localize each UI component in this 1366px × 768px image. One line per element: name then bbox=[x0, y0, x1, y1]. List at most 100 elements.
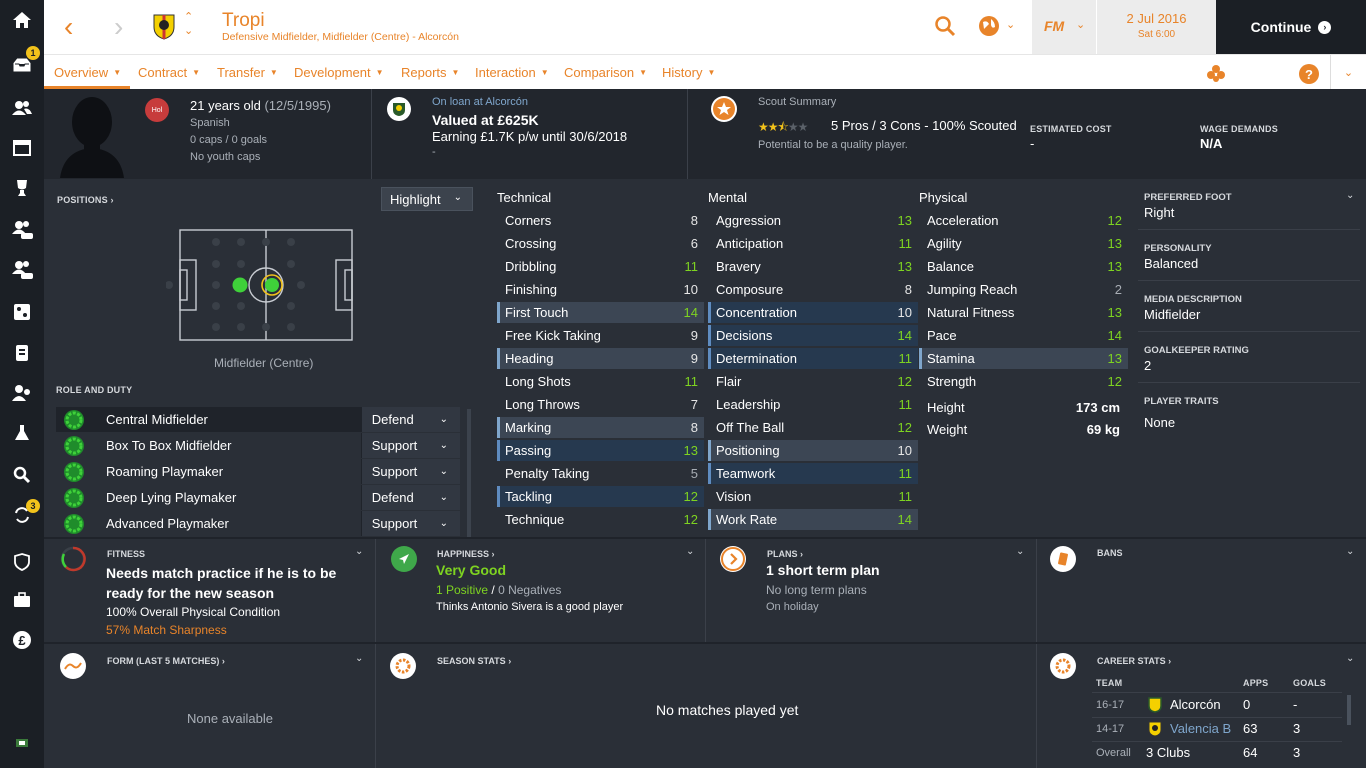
attribute-row-key[interactable]: First Touch 14 bbox=[497, 302, 704, 323]
staff-icon[interactable] bbox=[0, 338, 44, 368]
continue-button[interactable]: Continue › bbox=[1216, 0, 1366, 54]
career-team[interactable]: Valencia B bbox=[1170, 721, 1231, 736]
tab-development[interactable]: Development ▼ bbox=[294, 65, 384, 80]
attribute-row-key[interactable]: Teamwork 11 bbox=[708, 463, 918, 484]
career-scrollbar[interactable] bbox=[1347, 695, 1351, 725]
attribute-row[interactable]: Technique 12 bbox=[497, 509, 704, 530]
calendar-icon[interactable] bbox=[0, 133, 44, 163]
club-flower-icon[interactable] bbox=[1206, 64, 1226, 89]
tab-expand-chevron-icon[interactable]: ⌄ bbox=[1330, 55, 1366, 90]
happiness-title[interactable]: HAPPINESS › bbox=[437, 549, 495, 559]
tab-history[interactable]: History ▼ bbox=[662, 65, 715, 80]
happiness-chevron-icon[interactable]: ⌄ bbox=[686, 546, 694, 557]
attribute-row[interactable]: Long Shots 11 bbox=[497, 371, 704, 392]
form-chevron-icon[interactable]: ⌄ bbox=[355, 653, 363, 664]
finances-icon[interactable]: £ bbox=[0, 625, 44, 655]
search-icon[interactable] bbox=[934, 15, 956, 42]
role-row[interactable]: Advanced Playmaker Support ⌄ bbox=[56, 511, 460, 536]
club-vision-icon[interactable] bbox=[0, 585, 44, 615]
squad-icon[interactable] bbox=[0, 93, 44, 123]
attribute-row-key[interactable]: Stamina 13 bbox=[919, 348, 1128, 369]
bans-chevron-icon[interactable]: ⌄ bbox=[1346, 546, 1354, 557]
attribute-row[interactable]: Strength 12 bbox=[919, 371, 1128, 392]
attribute-row[interactable]: Aggression 13 bbox=[708, 210, 918, 231]
attribute-row-key[interactable]: Heading 9 bbox=[497, 348, 704, 369]
attribute-row-key[interactable]: Determination 11 bbox=[708, 348, 918, 369]
loan-status[interactable]: On loan at Alcorcón bbox=[432, 96, 528, 108]
tab-interaction[interactable]: Interaction ▼ bbox=[475, 65, 549, 80]
home-icon[interactable] bbox=[0, 5, 44, 35]
attribute-row-key[interactable]: Marking 8 bbox=[497, 417, 704, 438]
search-icon-nav[interactable] bbox=[0, 460, 44, 490]
role-list-scrollbar[interactable] bbox=[467, 409, 471, 537]
attribute-row-key[interactable]: Tackling 12 bbox=[497, 486, 704, 507]
season-stats-title[interactable]: SEASON STATS › bbox=[437, 656, 511, 666]
attribute-row[interactable]: Jumping Reach 2 bbox=[919, 279, 1128, 300]
attribute-row[interactable]: Dribbling 11 bbox=[497, 256, 704, 277]
role-row[interactable]: Central Midfielder Defend ⌄ bbox=[56, 407, 460, 432]
tab-contract[interactable]: Contract ▼ bbox=[138, 65, 200, 80]
highlight-dropdown[interactable]: Highlight ⌄ bbox=[381, 187, 473, 211]
attribute-row[interactable]: Agility 13 bbox=[919, 233, 1128, 254]
attribute-row[interactable]: Composure 8 bbox=[708, 279, 918, 300]
tactics-icon[interactable] bbox=[0, 297, 44, 327]
attribute-row[interactable]: Balance 13 bbox=[919, 256, 1128, 277]
attribute-row[interactable]: Free Kick Taking 9 bbox=[497, 325, 704, 346]
tab-comparison[interactable]: Comparison ▼ bbox=[564, 65, 647, 80]
duty-dropdown[interactable]: Defend ⌄ bbox=[360, 485, 460, 510]
attribute-row[interactable]: Finishing 10 bbox=[497, 279, 704, 300]
duty-dropdown[interactable]: Support ⌄ bbox=[360, 459, 460, 484]
attribute-row[interactable]: Crossing 6 bbox=[497, 233, 704, 254]
form-title[interactable]: FORM (LAST 5 MATCHES) › bbox=[107, 656, 225, 666]
attribute-row-key[interactable]: Positioning 10 bbox=[708, 440, 918, 461]
attribute-row-key[interactable]: Concentration 10 bbox=[708, 302, 918, 323]
forward-arrow-icon[interactable]: › bbox=[114, 12, 123, 42]
u19-squad-icon[interactable] bbox=[0, 215, 44, 245]
attribute-row[interactable]: Corners 8 bbox=[497, 210, 704, 231]
fm-menu[interactable]: FM ⌄ bbox=[1032, 0, 1096, 54]
attribute-row[interactable]: Off The Ball 12 bbox=[708, 417, 918, 438]
career-team[interactable]: Alcorcón bbox=[1170, 697, 1221, 712]
duty-dropdown[interactable]: Support ⌄ bbox=[360, 433, 460, 458]
plans-title[interactable]: PLANS › bbox=[767, 549, 803, 559]
career-stats-title[interactable]: CAREER STATS › bbox=[1097, 656, 1171, 666]
attribute-row[interactable]: Leadership 11 bbox=[708, 394, 918, 415]
tab-overview[interactable]: Overview ▼ bbox=[54, 65, 121, 80]
duty-dropdown[interactable]: Defend ⌄ bbox=[360, 407, 460, 432]
globe-chevron-icon[interactable]: ⌄ bbox=[1006, 18, 1015, 31]
fitness-chevron-icon[interactable]: ⌄ bbox=[355, 546, 363, 557]
duty-dropdown[interactable]: Support ⌄ bbox=[360, 511, 460, 536]
tab-transfer[interactable]: Transfer ▼ bbox=[217, 65, 278, 80]
attribute-row[interactable]: Vision 11 bbox=[708, 486, 918, 507]
trophy-icon[interactable] bbox=[0, 173, 44, 203]
reserve-squad-icon[interactable] bbox=[0, 255, 44, 285]
player-switch-icon[interactable]: ⌃ ⌄ bbox=[184, 10, 193, 38]
positions-title[interactable]: POSITIONS › bbox=[57, 195, 114, 205]
training-icon[interactable] bbox=[0, 418, 44, 448]
role-row[interactable]: Deep Lying Playmaker Defend ⌄ bbox=[56, 485, 460, 510]
side-panel-chevron-icon[interactable]: ⌄ bbox=[1346, 190, 1354, 201]
nation-flag-icon[interactable] bbox=[0, 728, 44, 758]
attribute-row[interactable]: Long Throws 7 bbox=[497, 394, 704, 415]
attribute-row[interactable]: Bravery 13 bbox=[708, 256, 918, 277]
role-row[interactable]: Box To Box Midfielder Support ⌄ bbox=[56, 433, 460, 458]
attribute-row[interactable]: Acceleration 12 bbox=[919, 210, 1128, 231]
back-arrow-icon[interactable]: ‹ bbox=[64, 12, 73, 42]
attribute-row[interactable]: Anticipation 11 bbox=[708, 233, 918, 254]
globe-icon[interactable] bbox=[978, 15, 1000, 42]
player-position-club[interactable]: Defensive Midfielder, Midfielder (Centre… bbox=[222, 31, 459, 43]
help-icon[interactable]: ? bbox=[1299, 64, 1319, 84]
attribute-row[interactable]: Flair 12 bbox=[708, 371, 918, 392]
attribute-row[interactable]: Natural Fitness 13 bbox=[919, 302, 1128, 323]
attribute-row-key[interactable]: Work Rate 14 bbox=[708, 509, 918, 530]
attribute-row[interactable]: Pace 14 bbox=[919, 325, 1128, 346]
club-info-icon[interactable] bbox=[0, 547, 44, 577]
scout-summary-title[interactable]: Scout Summary bbox=[758, 96, 836, 108]
plans-chevron-icon[interactable]: ⌄ bbox=[1016, 546, 1024, 557]
attribute-row-key[interactable]: Passing 13 bbox=[497, 440, 704, 461]
scouting-icon[interactable] bbox=[0, 378, 44, 408]
date-display[interactable]: 2 Jul 2016 Sat 6:00 bbox=[1097, 0, 1216, 54]
career-stats-chevron-icon[interactable]: ⌄ bbox=[1346, 653, 1354, 664]
attribute-row-key[interactable]: Decisions 14 bbox=[708, 325, 918, 346]
role-row[interactable]: Roaming Playmaker Support ⌄ bbox=[56, 459, 460, 484]
